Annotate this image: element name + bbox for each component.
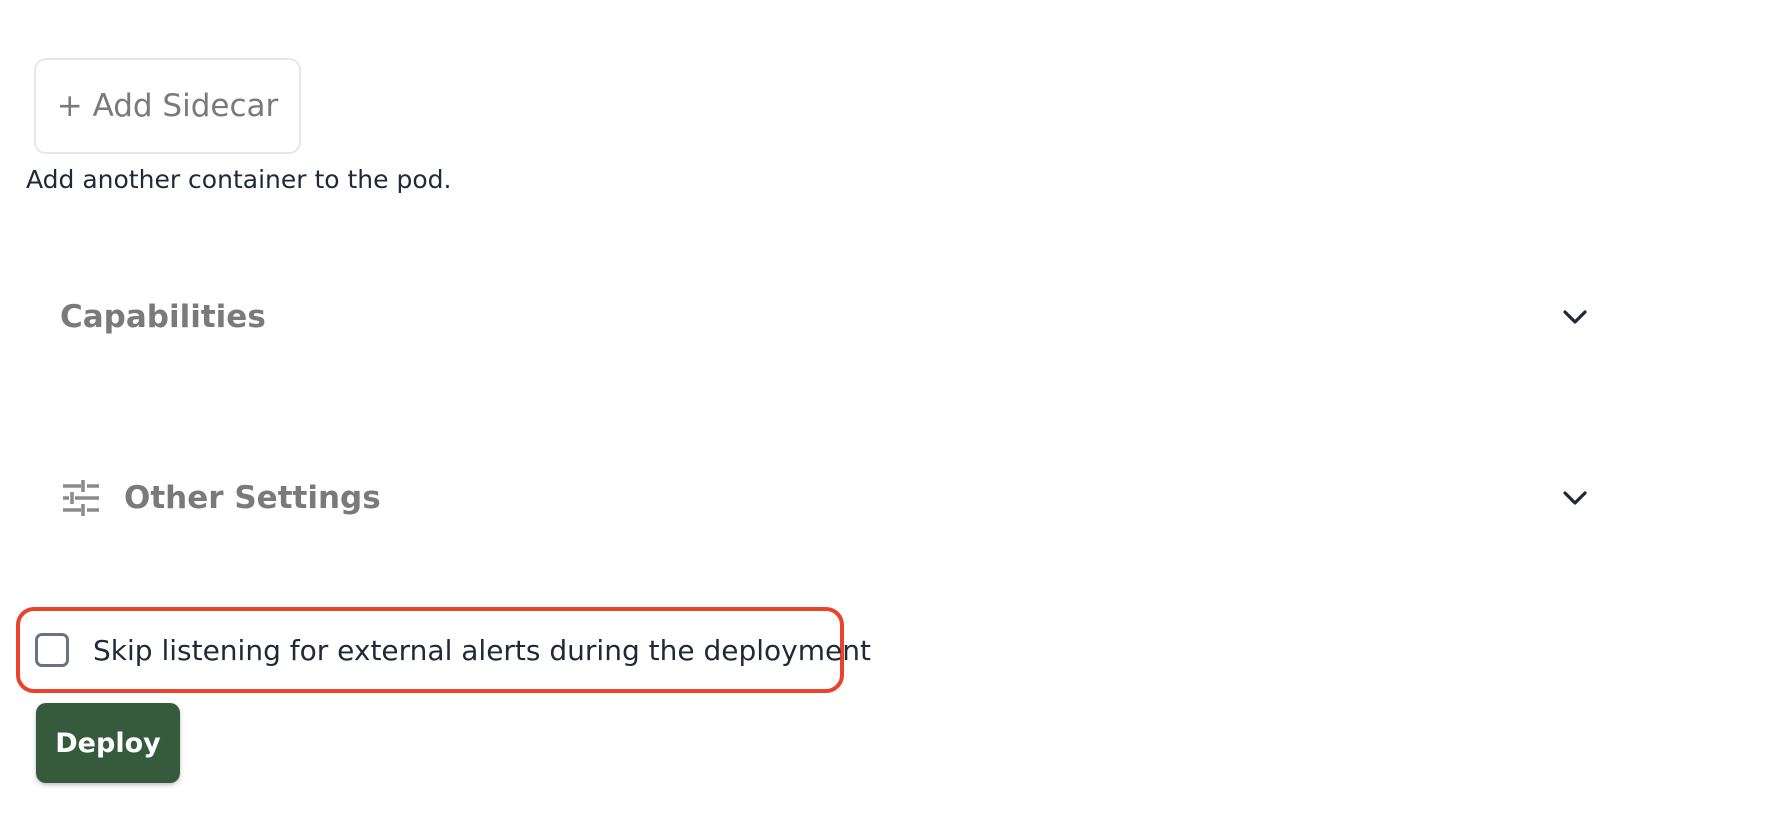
skip-alerts-highlight: Skip listening for external alerts durin… [16,607,871,693]
add-sidecar-button[interactable]: + Add Sidecar [34,58,301,154]
skip-alerts-checkbox[interactable] [35,633,69,667]
sliders-icon [60,478,102,518]
other-settings-section-header[interactable]: Other Settings [60,473,1600,523]
deploy-button[interactable]: Deploy [36,703,180,783]
add-sidecar-help-text: Add another container to the pod. [26,165,452,194]
capabilities-section-header[interactable]: Capabilities [60,292,1600,342]
other-settings-title: Other Settings [124,480,381,516]
chevron-down-icon[interactable] [1560,302,1590,332]
capabilities-title: Capabilities [60,299,266,335]
chevron-down-icon[interactable] [1560,483,1590,513]
skip-alerts-label[interactable]: Skip listening for external alerts durin… [93,634,871,667]
